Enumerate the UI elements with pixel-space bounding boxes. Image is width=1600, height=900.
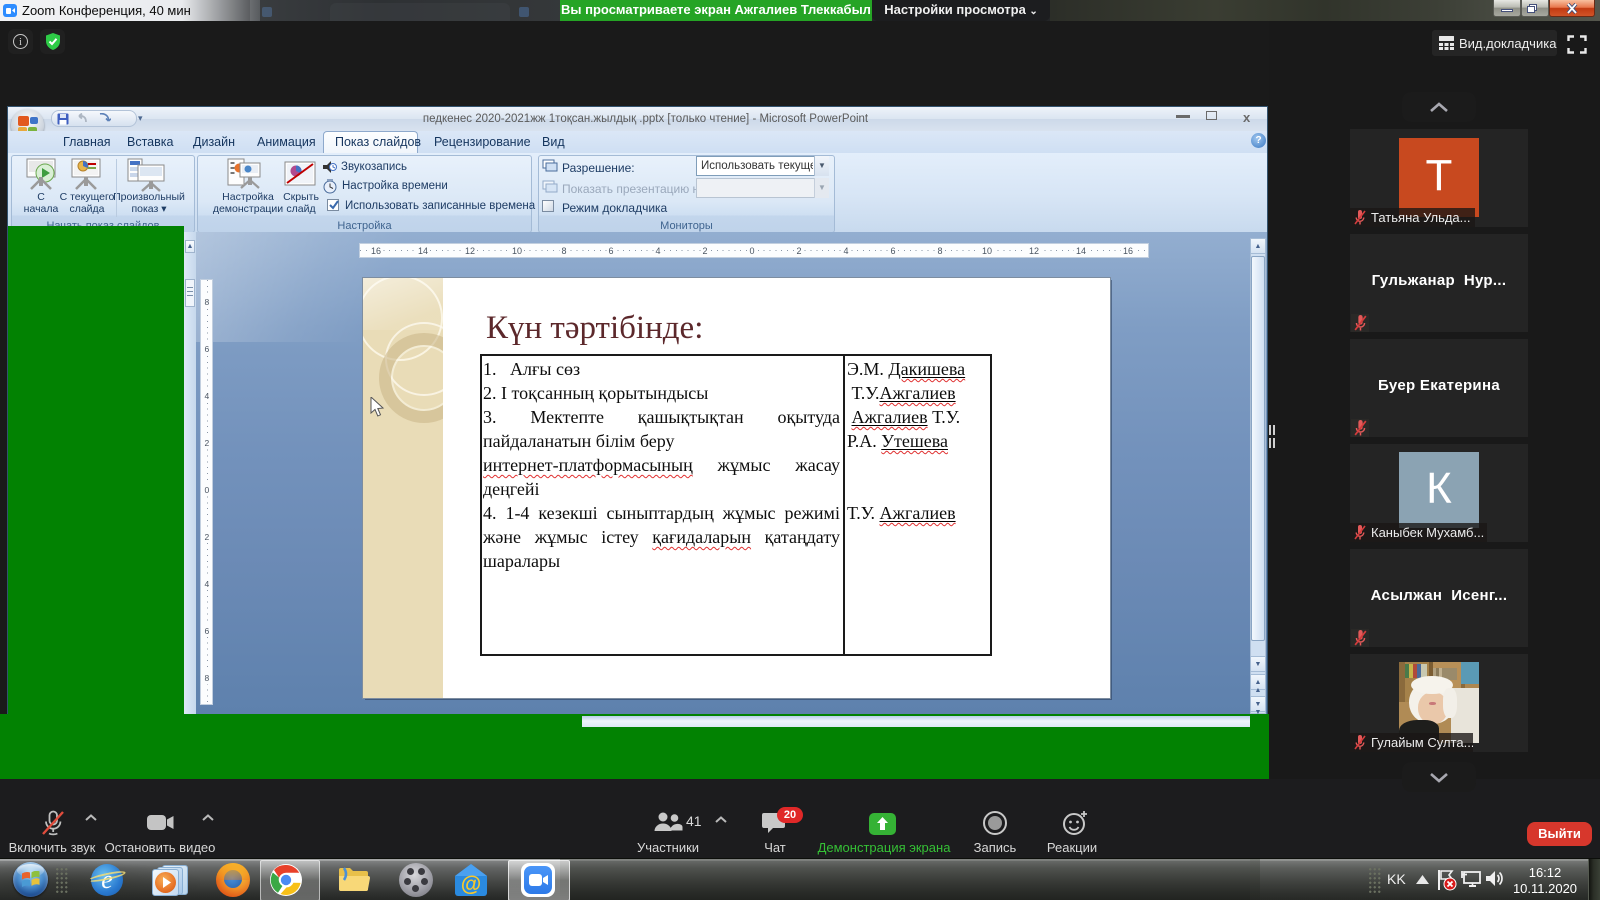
svg-text:@: @ xyxy=(461,873,481,896)
